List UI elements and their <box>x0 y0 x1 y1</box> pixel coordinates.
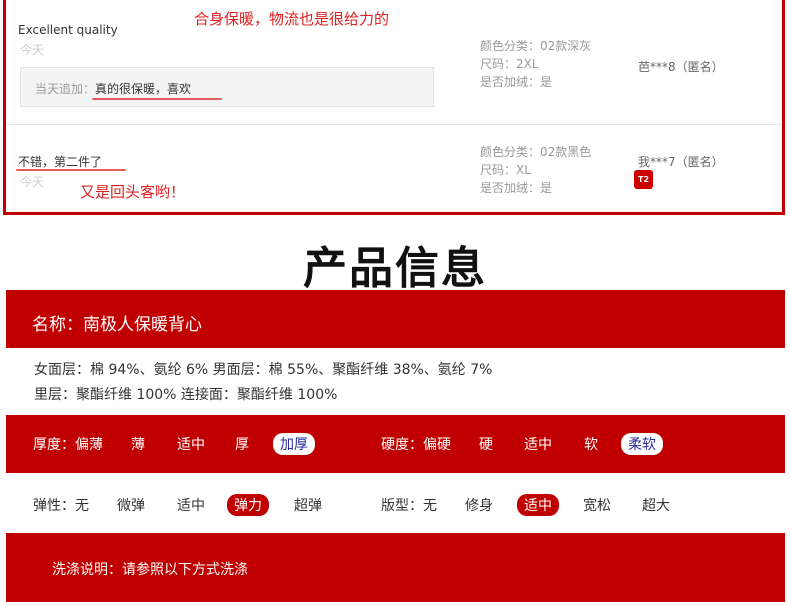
wash-instructions: 洗涤说明：请参照以下方式洗涤 <box>52 562 248 578</box>
wash-instructions-bar: 洗涤说明：请参照以下方式洗涤 <box>6 533 785 602</box>
material-line: 里层：聚酯纤维 100% 连接面：聚酯纤维 100% <box>34 387 338 403</box>
thickness-option: 薄 <box>131 437 145 453</box>
reviewer-name[interactable]: 芭***8（匿名） <box>638 58 724 75</box>
user-level-badge-icon: T2 <box>634 170 653 189</box>
elasticity-fit-row: 弹性：无 微弹 适中 弹力 超弹 版型：无 修身 适中 宽松 超大 <box>6 476 785 534</box>
meta-size: 尺码：2XL <box>480 57 539 71</box>
review-date: 今天 <box>20 175 45 189</box>
fit-option: 超大 <box>642 498 670 514</box>
thickness-selected: 加厚 <box>273 433 315 455</box>
meta-color: 颜色分类：02款深灰 <box>480 39 592 53</box>
meta-fleece: 是否加绒：是 <box>480 181 553 195</box>
fit-option: 修身 <box>465 498 493 514</box>
review-date: 今天 <box>20 43 45 57</box>
review-text: 不错，第二件了 <box>18 155 103 169</box>
elasticity-option: 微弹 <box>117 498 145 514</box>
elasticity-selected: 弹力 <box>227 494 269 516</box>
review-meta: 颜色分类：02款黑色 尺码：XL 是否加绒：是 <box>480 143 591 197</box>
thickness-hardness-row: 厚度：偏薄 薄 适中 厚 加厚 硬度：偏硬 硬 适中 软 柔软 <box>6 415 785 473</box>
thickness-label: 厚度：偏薄 <box>33 437 103 453</box>
append-label: 当天追加： <box>35 82 96 96</box>
hardness-label: 硬度：偏硬 <box>381 437 451 453</box>
reviewer-name[interactable]: 我***7（匿名） <box>638 153 724 170</box>
review-meta: 颜色分类：02款深灰 尺码：2XL 是否加绒：是 <box>480 37 591 91</box>
review-annotation: 又是回头客哟！ <box>80 183 186 201</box>
elasticity-label: 弹性：无 <box>33 498 89 514</box>
thickness-option: 厚 <box>235 437 249 453</box>
meta-size: 尺码：XL <box>480 163 531 177</box>
fit-selected: 适中 <box>517 494 559 516</box>
fit-label: 版型：无 <box>381 498 437 514</box>
product-name-bar: 名称：南极人保暖背心 <box>6 290 785 348</box>
review-text: Excellent quality <box>18 23 118 37</box>
append-text: 真的很保暖，喜欢 <box>95 82 192 96</box>
append-review: 当天追加：真的很保暖，喜欢 <box>35 80 191 97</box>
hardness-option: 软 <box>584 437 598 453</box>
meta-color: 颜色分类：02款黑色 <box>480 145 592 159</box>
fit-option: 宽松 <box>583 498 611 514</box>
elasticity-option: 超弹 <box>294 498 322 514</box>
material-line: 女面层：棉 94%、氨纶 6% 男面层：棉 55%、聚酯纤维 38%、氨纶 7% <box>34 362 493 378</box>
highlight-underline <box>92 98 222 100</box>
hardness-option: 硬 <box>479 437 493 453</box>
thickness-option: 适中 <box>177 437 205 453</box>
review-annotation: 合身保暖，物流也是很给力的 <box>194 10 390 28</box>
section-title: 产品信息 <box>303 243 487 294</box>
meta-fleece: 是否加绒：是 <box>480 75 553 89</box>
hardness-option: 适中 <box>524 437 552 453</box>
highlight-underline <box>16 169 126 171</box>
review-divider <box>6 124 782 125</box>
elasticity-option: 适中 <box>177 498 205 514</box>
hardness-selected: 柔软 <box>621 433 663 455</box>
product-name: 名称：南极人保暖背心 <box>32 315 202 335</box>
